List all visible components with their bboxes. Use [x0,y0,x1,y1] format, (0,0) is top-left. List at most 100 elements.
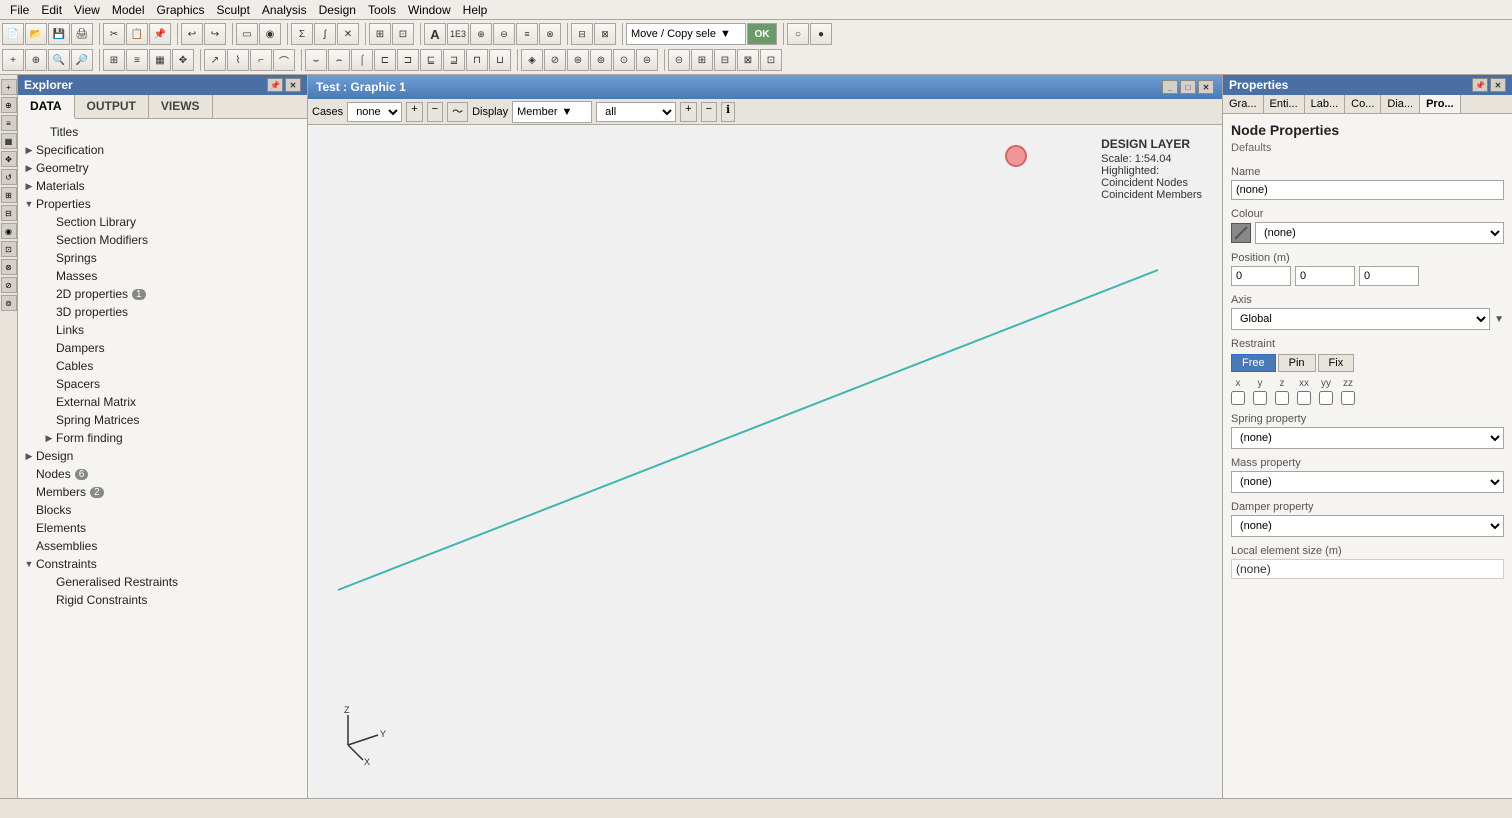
canvas-minimize[interactable]: _ [1162,80,1178,94]
check-zz[interactable] [1341,391,1355,405]
minus-btn[interactable]: − [427,102,443,122]
tb2-18[interactable]: ⊑ [420,49,442,71]
menu-view[interactable]: View [68,3,106,17]
menu-edit[interactable]: Edit [35,3,68,17]
tree-item-members[interactable]: Members 2 [18,483,307,501]
ls-btn3[interactable]: ≡ [1,115,17,131]
tb-num2[interactable]: ⊖ [493,23,515,45]
tree-item-section-modifiers[interactable]: Section Modifiers [18,231,307,249]
ls-btn2[interactable]: ⊕ [1,97,17,113]
pos-y-input[interactable] [1295,266,1355,286]
wave-btn[interactable]: 〜 [447,102,468,122]
menu-help[interactable]: Help [457,3,494,17]
tb2-21[interactable]: ⊔ [489,49,511,71]
tb2-3[interactable]: 🔍 [48,49,70,71]
menu-design[interactable]: Design [313,3,362,17]
restraint-fix-btn[interactable]: Fix [1318,354,1355,372]
tree-item-dampers[interactable]: Dampers [18,339,307,357]
axis-select[interactable]: Global [1231,308,1490,330]
menu-sculpt[interactable]: Sculpt [211,3,256,17]
tree-item-section-library[interactable]: Section Library [18,213,307,231]
tb2-32[interactable]: ⊡ [760,49,782,71]
tb-paste[interactable]: 📌 [149,23,171,45]
props-tab-pro[interactable]: Pro... [1420,95,1461,113]
tb-r1[interactable]: ⊟ [571,23,593,45]
tree-item-rigid-constraints[interactable]: Rigid Constraints [18,591,307,609]
tb-sum2[interactable]: ∫ [314,23,336,45]
tb-dot[interactable]: ● [810,23,832,45]
tree-item-generalised-restraints[interactable]: Generalised Restraints [18,573,307,591]
tree-item-blocks[interactable]: Blocks [18,501,307,519]
tree-item-properties[interactable]: ▼ Properties [18,195,307,213]
tree-item-links[interactable]: Links [18,321,307,339]
tb2-19[interactable]: ⊒ [443,49,465,71]
tree-item-external-matrix[interactable]: External Matrix [18,393,307,411]
tb-open[interactable]: 📂 [25,23,47,45]
tb-select[interactable]: ▭ [236,23,258,45]
canvas-close[interactable]: ✕ [1198,80,1214,94]
explorer-close[interactable]: ✕ [285,78,301,92]
tb-undo[interactable]: ↩ [181,23,203,45]
tree-item-assemblies[interactable]: Assemblies [18,537,307,555]
pos-z-input[interactable] [1359,266,1419,286]
tb-circle[interactable]: ○ [787,23,809,45]
damper-property-select[interactable]: (none) [1231,515,1504,537]
minus-btn2[interactable]: − [701,102,717,122]
tab-output[interactable]: OUTPUT [75,95,149,118]
member-dropdown[interactable]: Member ▼ [512,101,592,123]
cases-select[interactable]: none [347,102,402,122]
tree-item-titles[interactable]: Titles [18,123,307,141]
tb2-1[interactable]: + [2,49,24,71]
tb2-14[interactable]: ⌢ [328,49,350,71]
tb-num4[interactable]: ⊗ [539,23,561,45]
tb-x[interactable]: ✕ [337,23,359,45]
tb-r2[interactable]: ⊠ [594,23,616,45]
tb2-7[interactable]: ▦ [149,49,171,71]
mass-property-select[interactable]: (none) [1231,471,1504,493]
tb2-2[interactable]: ⊕ [25,49,47,71]
restraint-free-btn[interactable]: Free [1231,354,1276,372]
canvas-maximize[interactable]: □ [1180,80,1196,94]
tree-item-constraints[interactable]: ▼ Constraints [18,555,307,573]
tb2-28[interactable]: ⊝ [668,49,690,71]
tb2-6[interactable]: ≡ [126,49,148,71]
plus-btn2[interactable]: + [680,102,696,122]
tb2-31[interactable]: ⊠ [737,49,759,71]
tree-item-spacers[interactable]: Spacers [18,375,307,393]
menu-graphics[interactable]: Graphics [151,3,211,17]
check-yy[interactable] [1319,391,1333,405]
tab-data[interactable]: DATA [18,95,75,119]
tree-item-materials[interactable]: ▶ Materials [18,177,307,195]
tb2-8[interactable]: ✥ [172,49,194,71]
tb-cut[interactable]: ✂ [103,23,125,45]
props-tab-lab[interactable]: Lab... [1305,95,1346,113]
ls-btn4[interactable]: ▦ [1,133,17,149]
tb2-4[interactable]: 🔎 [71,49,93,71]
info-btn[interactable]: ℹ [721,102,735,122]
check-x[interactable] [1231,391,1245,405]
tb2-24[interactable]: ⊛ [567,49,589,71]
colour-select[interactable]: (none) [1255,222,1504,244]
tree-item-geometry[interactable]: ▶ Geometry [18,159,307,177]
tab-views[interactable]: VIEWS [149,95,213,118]
menu-file[interactable]: File [4,3,35,17]
tb2-20[interactable]: ⊓ [466,49,488,71]
props-tab-enti[interactable]: Enti... [1264,95,1305,113]
menu-window[interactable]: Window [402,3,457,17]
tb-new[interactable]: 📄 [2,23,24,45]
ls-btn11[interactable]: ⊗ [1,259,17,275]
tb-1e3[interactable]: 1E3 [447,23,469,45]
tb2-30[interactable]: ⊟ [714,49,736,71]
ls-btn6[interactable]: ↺ [1,169,17,185]
tree-item-spring-matrices[interactable]: Spring Matrices [18,411,307,429]
tb-redo[interactable]: ↪ [204,23,226,45]
colour-swatch[interactable] [1231,223,1251,243]
props-tab-dia[interactable]: Dia... [1381,95,1420,113]
ls-btn5[interactable]: ✥ [1,151,17,167]
tb2-15[interactable]: ⌠ [351,49,373,71]
tb-num1[interactable]: ⊕ [470,23,492,45]
tb2-10[interactable]: ⌇ [227,49,249,71]
props-tab-gra[interactable]: Gra... [1223,95,1264,113]
tree-item-form-finding[interactable]: ▶ Form finding [18,429,307,447]
tb-node[interactable]: ◉ [259,23,281,45]
